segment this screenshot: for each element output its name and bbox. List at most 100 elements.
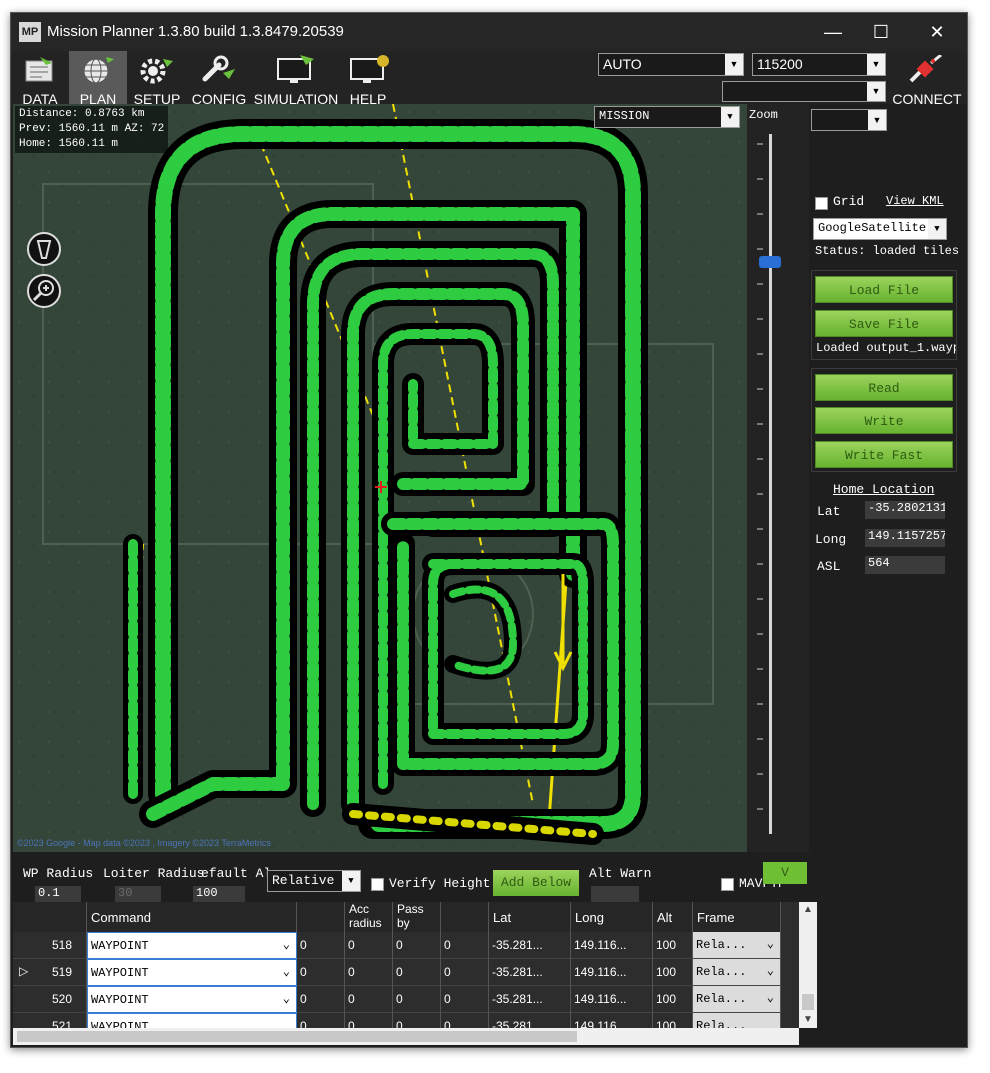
mavftp-checkbox[interactable] (721, 878, 734, 891)
connect-button[interactable]: CONNECT (891, 51, 963, 109)
lat-cell[interactable]: -35.281... (489, 959, 571, 986)
long-cell[interactable]: 149.116... (571, 986, 653, 1013)
row-number: 521 (13, 1013, 87, 1028)
zoom-panel: Zoom (747, 104, 809, 852)
pass-by-cell[interactable]: 0 (393, 1013, 441, 1028)
long-field[interactable]: 149.1157257 (865, 529, 945, 547)
baud-rate-select[interactable]: 115200 ▼ (752, 53, 886, 76)
scrollbar-thumb[interactable] (802, 994, 814, 1010)
frame-select[interactable]: Rela... ⌄ (693, 986, 781, 1013)
acc-radius-cell[interactable]: 0 (345, 932, 393, 959)
grid-header-lat[interactable]: Lat (489, 902, 571, 932)
grid-header-long[interactable]: Long (571, 902, 653, 932)
alt-cell[interactable]: 100 (653, 932, 693, 959)
param4-cell[interactable]: 0 (441, 1013, 489, 1028)
command-select[interactable]: WAYPOINT ⌄ (87, 986, 297, 1013)
grid-header-param1[interactable] (297, 902, 345, 932)
grid-header-pass-by[interactable]: Pass by (393, 902, 441, 932)
pass-by-cell[interactable]: 0 (393, 986, 441, 1013)
frame-select[interactable]: Rela... (693, 1013, 781, 1028)
data-tab[interactable]: DATA (15, 51, 65, 109)
connection-profile-select[interactable]: ▼ (722, 81, 886, 102)
param4-cell[interactable]: 0 (441, 986, 489, 1013)
row-number: ▷ 519 (13, 959, 87, 986)
grid-header-acc-radius[interactable]: Acc radius (345, 902, 393, 932)
param1-cell[interactable]: 0 (297, 932, 345, 959)
param1-cell[interactable]: 0 (297, 986, 345, 1013)
long-cell[interactable]: 149.116... (571, 1013, 653, 1028)
alt-cell[interactable]: 100 (653, 986, 693, 1013)
map-rotate-icon[interactable] (27, 232, 61, 266)
map-view[interactable]: Distance: 0.8763 km Prev: 1560.11 m AZ: … (13, 104, 747, 852)
map-provider-select[interactable]: GoogleSatellite ▼ (813, 218, 947, 240)
grid-header-param4[interactable] (441, 902, 489, 932)
wp-radius-field[interactable]: 0.1 (35, 886, 81, 902)
close-button[interactable]: ✕ (915, 18, 959, 46)
add-below-button[interactable]: Add Below (493, 870, 579, 896)
command-select[interactable]: WAYPOINT ⌄ (87, 959, 297, 986)
config-wrench-icon (202, 55, 235, 82)
alt-cell[interactable]: 100 (653, 959, 693, 986)
row-number: 520 (13, 986, 87, 1013)
port-select[interactable]: AUTO ▼ (598, 53, 744, 76)
long-cell[interactable]: 149.116... (571, 959, 653, 986)
loiter-radius-field[interactable]: 30 (115, 886, 161, 902)
chevron-down-icon: ⌄ (282, 992, 290, 1006)
asl-field[interactable]: 564 (865, 556, 945, 574)
view-kml-link[interactable]: View KML (886, 194, 944, 208)
grid-header-alt[interactable]: Alt (653, 902, 693, 932)
long-cell[interactable]: 149.116... (571, 932, 653, 959)
grid-header-frame[interactable]: Frame (693, 902, 781, 932)
load-file-button[interactable]: Load File (815, 276, 953, 303)
setup-tab[interactable]: SETUP (131, 51, 183, 109)
save-file-button[interactable]: Save File (815, 310, 953, 337)
command-select[interactable]: WAYPOINT (87, 1013, 297, 1028)
param4-cell[interactable]: 0 (441, 932, 489, 959)
maximize-button[interactable]: ☐ (859, 18, 903, 46)
acc-radius-cell[interactable]: 0 (345, 1013, 393, 1028)
chevron-down-icon: ▼ (928, 219, 946, 239)
default-alt-field[interactable]: 100 (193, 886, 245, 902)
plan-tab[interactable]: PLAN (69, 51, 127, 109)
simulation-tab[interactable]: SIMULATION (253, 51, 339, 109)
read-button[interactable]: Read (815, 374, 953, 401)
acc-radius-cell[interactable]: 0 (345, 959, 393, 986)
mission-options-bar: WP Radius 0.1 Loiter Radius 30 efault Al… (11, 852, 967, 902)
minimize-button[interactable]: — (811, 18, 855, 46)
asl-label: ASL (817, 559, 841, 574)
write-button[interactable]: Write (815, 407, 953, 434)
grid-horizontal-scrollbar[interactable] (13, 1028, 799, 1045)
v-button[interactable]: V (763, 862, 807, 884)
frame-select[interactable]: Rela... ⌄ (693, 959, 781, 986)
config-tab[interactable]: CONFIG (189, 51, 249, 109)
param1-cell[interactable]: 0 (297, 1013, 345, 1028)
lat-cell[interactable]: -35.281... (489, 1013, 571, 1028)
pass-by-cell[interactable]: 0 (393, 932, 441, 959)
write-fast-button[interactable]: Write Fast (815, 441, 953, 468)
scroll-up-icon[interactable]: ▲ (803, 904, 813, 915)
scrollbar-thumb[interactable] (17, 1031, 577, 1042)
zoom-level-select[interactable]: ▼ (811, 109, 887, 131)
lat-cell[interactable]: -35.281... (489, 986, 571, 1013)
home-location-link[interactable]: Home Location (833, 482, 934, 497)
alt-cell[interactable]: 100 (653, 1013, 693, 1028)
alt-warn-field[interactable] (591, 886, 639, 902)
command-select[interactable]: WAYPOINT ⌄ (87, 932, 297, 959)
scroll-down-icon[interactable]: ▼ (803, 1014, 813, 1025)
grid-vertical-scrollbar[interactable]: ▲ ▼ (799, 902, 817, 1028)
grid-header-command[interactable]: Command (87, 902, 297, 932)
param1-cell[interactable]: 0 (297, 959, 345, 986)
map-zoom-icon[interactable] (27, 274, 61, 308)
loiter-radius-label: Loiter Radius (103, 866, 205, 881)
lat-cell[interactable]: -35.281... (489, 932, 571, 959)
param4-cell[interactable]: 0 (441, 959, 489, 986)
altitude-frame-select[interactable]: Relative ▼ (267, 870, 361, 892)
lat-field[interactable]: -35.2802131 (865, 501, 945, 519)
acc-radius-cell[interactable]: 0 (345, 986, 393, 1013)
frame-select[interactable]: Rela... ⌄ (693, 932, 781, 959)
pass-by-cell[interactable]: 0 (393, 959, 441, 986)
help-tab[interactable]: HELP (343, 51, 393, 109)
mission-select[interactable]: MISSION ▼ (594, 106, 740, 128)
grid-checkbox[interactable] (815, 197, 828, 210)
verify-height-checkbox[interactable] (371, 878, 384, 891)
